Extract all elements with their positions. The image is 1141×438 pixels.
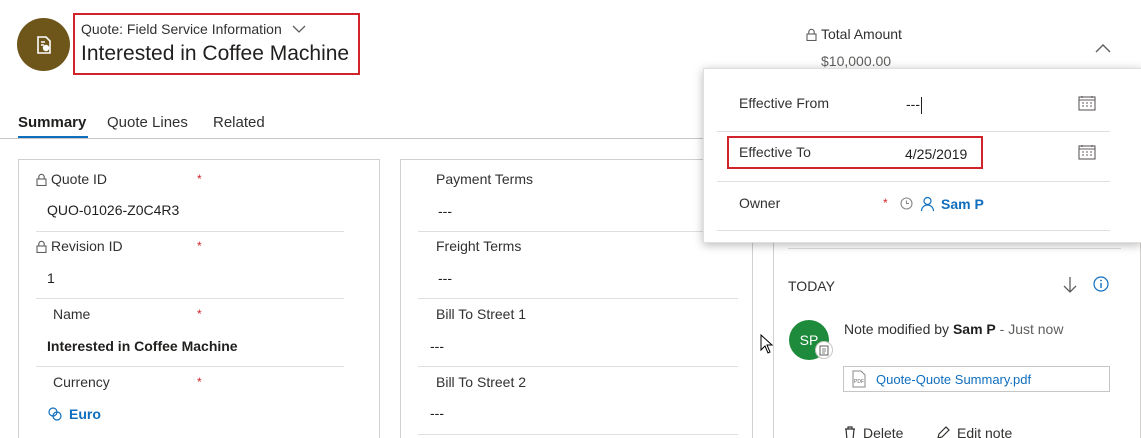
note-timestamp: - Just now — [999, 321, 1064, 337]
field-separator — [418, 434, 738, 435]
field-separator — [418, 298, 738, 299]
freight-terms-value[interactable]: --- — [438, 270, 452, 286]
quote-id-label-text: Quote ID — [51, 171, 108, 187]
note-prefix: Note modified by — [844, 321, 950, 337]
required-marker: * — [883, 196, 888, 210]
clock-icon — [900, 197, 913, 210]
bill-to-street-1-label: Bill To Street 1 — [436, 306, 527, 322]
currency-label: Currency — [53, 374, 110, 390]
record-title: Interested in Coffee Machine — [81, 42, 350, 65]
tab-quote-lines[interactable]: Quote Lines — [107, 114, 188, 131]
name-value[interactable]: Interested in Coffee Machine — [47, 338, 238, 354]
trash-icon — [845, 426, 855, 438]
quote-document-icon — [36, 35, 51, 54]
note-icon — [819, 345, 828, 355]
field-separator — [36, 231, 344, 232]
field-separator — [418, 366, 738, 367]
total-amount-value: $10,000.00 — [821, 53, 892, 69]
form-selector[interactable]: Quote: Field Service Information — [81, 21, 306, 37]
name-label: Name — [53, 306, 91, 322]
currency-lookup-link[interactable]: Euro — [47, 406, 101, 422]
freight-terms-label: Freight Terms — [436, 238, 522, 254]
tab-related[interactable]: Related — [213, 114, 265, 131]
effective-from-value: --- — [906, 96, 920, 112]
user-icon — [920, 196, 935, 212]
edit-note-button[interactable]: Edit note — [935, 425, 1012, 438]
form-selector-label: Quote: Field Service Information — [81, 21, 282, 37]
delete-button[interactable]: Delete — [843, 425, 903, 438]
owner-label: Owner — [739, 195, 781, 211]
required-marker: * — [197, 172, 202, 186]
currency-value[interactable]: Euro — [69, 406, 101, 422]
note-header: Note modified by Sam P - Just now — [844, 321, 1063, 337]
note-author[interactable]: Sam P — [953, 321, 996, 337]
required-marker: * — [197, 307, 202, 321]
currency-icon — [48, 407, 62, 421]
effective-to-value[interactable]: 4/25/2019 — [905, 146, 967, 162]
delete-label: Delete — [863, 425, 904, 438]
required-marker: * — [197, 375, 202, 389]
field-separator — [717, 230, 1110, 231]
field-separator — [36, 298, 344, 299]
calendar-icon[interactable] — [1078, 95, 1096, 111]
info-icon[interactable] — [1093, 276, 1109, 292]
note-badge — [815, 341, 833, 359]
required-marker: * — [197, 239, 202, 253]
quote-id-value[interactable]: QUO-01026-Z0C4R3 — [47, 202, 179, 218]
pdf-file-icon: PDF — [852, 370, 866, 388]
lock-icon — [36, 240, 47, 253]
timeline-section-today: TODAY — [788, 278, 835, 294]
payment-terms-label: Payment Terms — [436, 171, 533, 187]
calendar-icon[interactable] — [1078, 144, 1096, 160]
edit-note-label: Edit note — [957, 425, 1013, 438]
quote-id-label: Quote ID — [36, 171, 107, 187]
payment-terms-value[interactable]: --- — [438, 203, 452, 219]
field-separator — [717, 131, 1110, 132]
pencil-icon — [937, 426, 950, 438]
attachment-item[interactable]: PDF Quote-Quote Summary.pdf — [843, 366, 1110, 392]
effective-from-input[interactable]: --- — [906, 96, 922, 114]
revision-id-label: Revision ID — [36, 238, 123, 254]
timeline-separator — [788, 248, 1121, 249]
lock-icon — [36, 173, 47, 186]
chevron-down-icon[interactable] — [292, 25, 306, 34]
owner-lookup-link[interactable]: Sam P — [920, 196, 984, 212]
field-separator — [418, 231, 738, 232]
text-caret — [921, 96, 922, 114]
tab-summary[interactable]: Summary — [18, 114, 86, 131]
field-separator — [717, 181, 1110, 182]
bill-to-street-2-value[interactable]: --- — [430, 405, 444, 421]
revision-id-label-text: Revision ID — [51, 238, 123, 254]
pdf-badge-text: PDF — [854, 379, 864, 385]
effective-to-label: Effective To — [739, 144, 811, 160]
revision-id-value[interactable]: 1 — [47, 270, 55, 286]
chevron-up-icon[interactable] — [1094, 42, 1112, 54]
field-separator — [36, 366, 344, 367]
bill-to-street-1-value[interactable]: --- — [430, 338, 444, 354]
entity-icon — [17, 18, 70, 71]
owner-value[interactable]: Sam P — [941, 196, 984, 212]
effective-from-label: Effective From — [739, 95, 829, 111]
mouse-cursor-icon — [760, 334, 774, 354]
total-amount-label: Total Amount — [806, 26, 902, 42]
lock-icon — [806, 28, 817, 41]
total-amount-label-text: Total Amount — [821, 26, 902, 42]
attachment-name[interactable]: Quote-Quote Summary.pdf — [876, 372, 1031, 387]
sort-down-arrow-icon[interactable] — [1062, 276, 1078, 294]
bill-to-street-2-label: Bill To Street 2 — [436, 374, 527, 390]
